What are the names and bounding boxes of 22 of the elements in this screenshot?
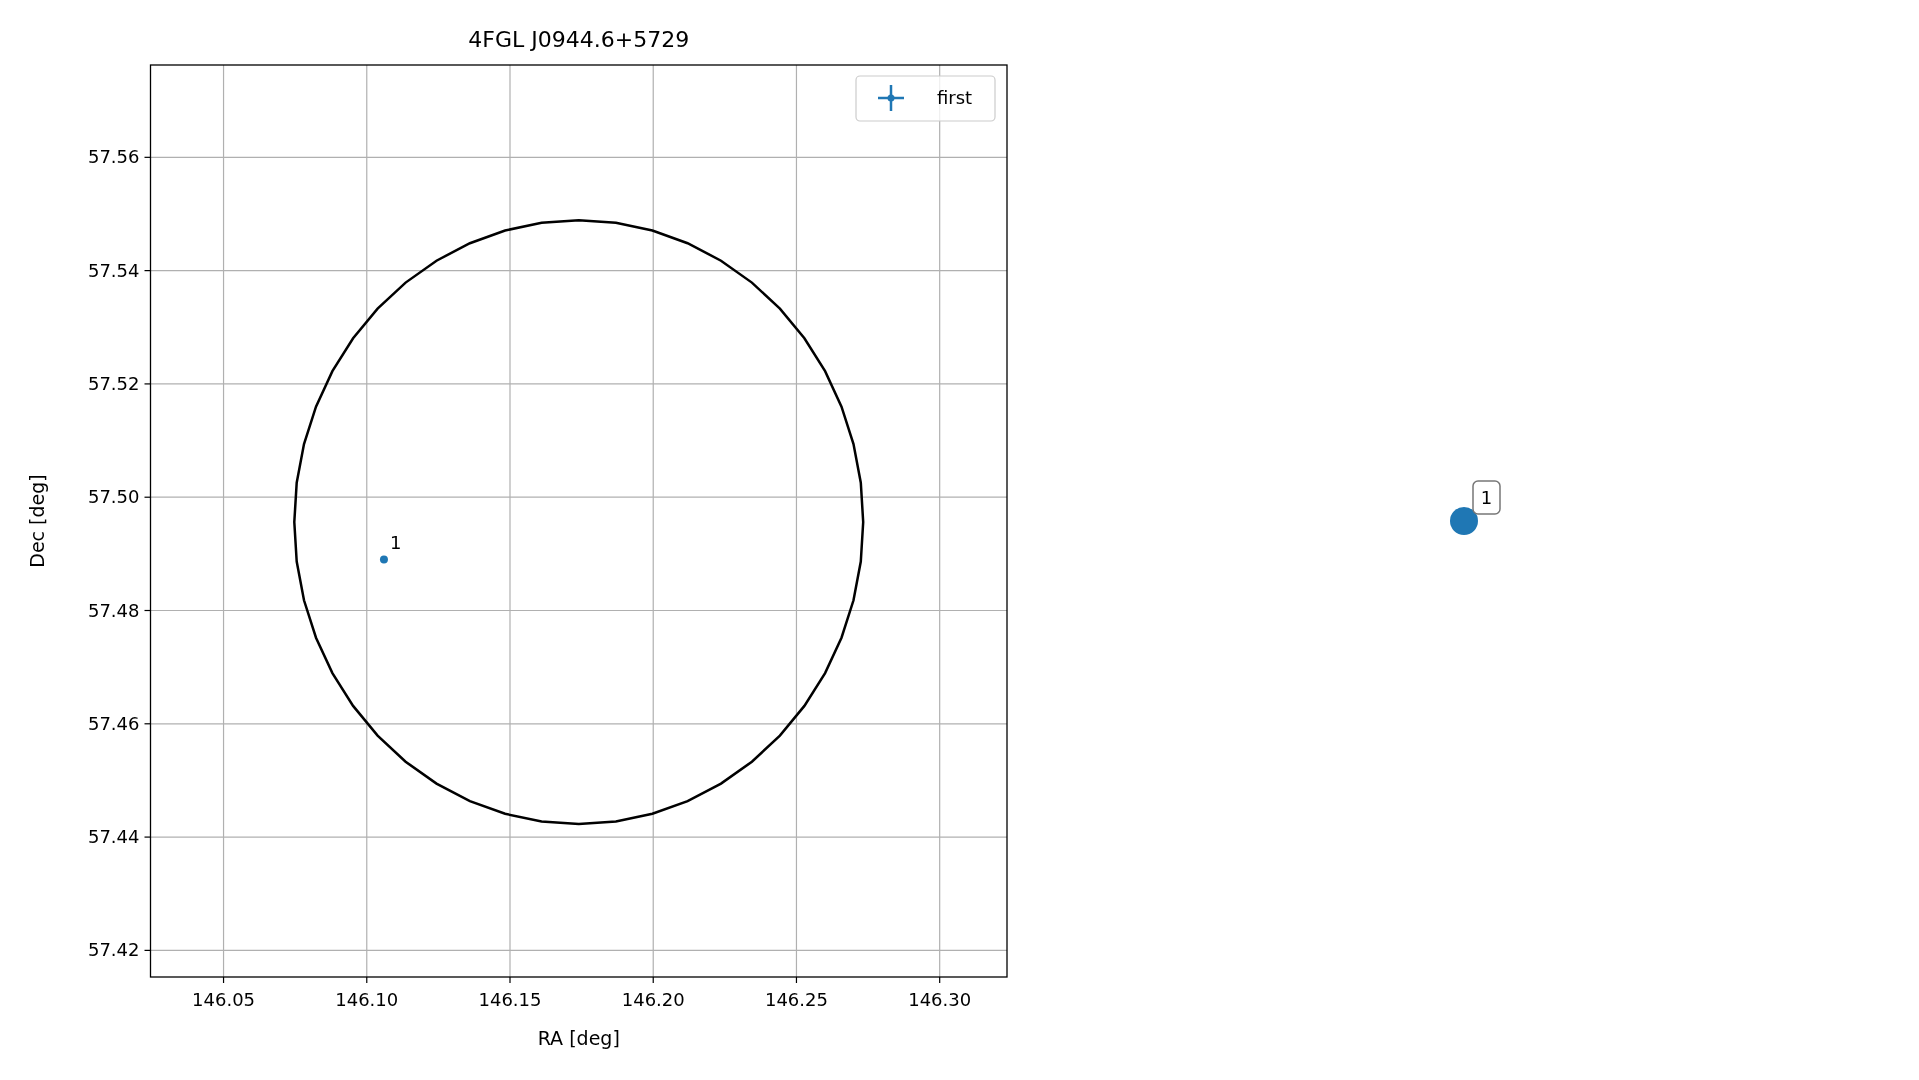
- point-label: 1: [389, 531, 402, 553]
- data-point: [379, 555, 388, 564]
- y-tick-label: 57.48: [87, 599, 140, 621]
- x-axis-label: RA [deg]: [537, 1027, 620, 1049]
- marker-label-box: [1472, 480, 1501, 515]
- y-tick-label: 57.54: [87, 259, 140, 281]
- x-tick-label: 146.25: [764, 989, 828, 1010]
- marker-label: 1: [1480, 487, 1493, 508]
- x-tick-label: 146.15: [478, 989, 542, 1010]
- chart-title: 4FGL J0944.6+5729: [468, 27, 690, 52]
- y-tick-label: 57.46: [87, 712, 140, 734]
- y-tick-label: 57.56: [87, 146, 140, 168]
- x-tick-label: 146.30: [908, 989, 972, 1010]
- x-tick-label: 146.05: [192, 989, 256, 1010]
- y-tick-label: 57.50: [87, 486, 140, 508]
- x-tick-label: 146.10: [335, 989, 399, 1010]
- y-tick-label: 57.42: [87, 939, 140, 961]
- y-tick-label: 57.52: [87, 372, 140, 394]
- legend-label: first: [937, 87, 973, 108]
- y-axis-label: Dec [deg]: [26, 474, 48, 568]
- y-tick-label: 57.44: [87, 826, 140, 848]
- x-tick-label: 146.20: [621, 989, 685, 1010]
